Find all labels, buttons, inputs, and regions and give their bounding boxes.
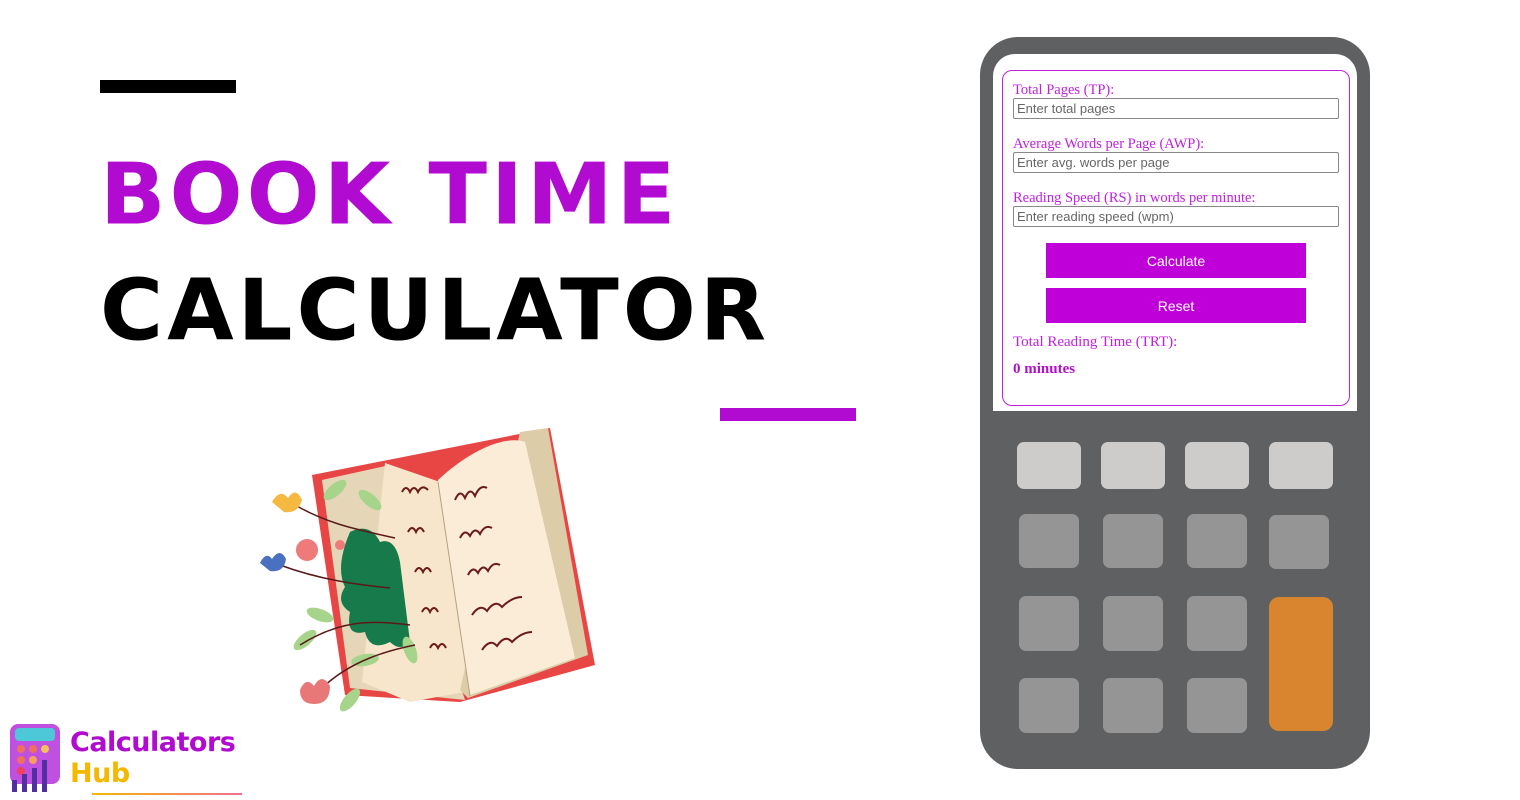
reading-speed-label: Reading Speed (RS) in words per minute:: [1013, 190, 1256, 206]
avg-words-label: Average Words per Page (AWP):: [1013, 136, 1205, 152]
total-pages-label: Total Pages (TP):: [1013, 82, 1115, 98]
decorative-bar-purple: [720, 408, 856, 421]
keypad-key: [1187, 596, 1247, 651]
keypad-key: [1269, 442, 1333, 489]
blue-flower: [260, 553, 286, 572]
reading-speed-input[interactable]: [1013, 206, 1339, 227]
keypad-key: [1103, 596, 1163, 651]
keypad-key: [1101, 442, 1165, 489]
keypad-key-equals: [1269, 597, 1333, 731]
calculate-button[interactable]: Calculate: [1046, 243, 1306, 278]
result-value: 0 minutes: [1013, 361, 1076, 377]
title-line-1: BOOK TIME: [100, 146, 680, 244]
decorative-bar-black: [100, 80, 236, 93]
book-time-form: Total Pages (TP): Average Words per Page…: [1002, 70, 1350, 406]
pink-dot-small: [335, 540, 345, 550]
keypad-key: [1269, 515, 1329, 569]
keypad-key: [1103, 514, 1163, 568]
logo-text-calculators: Calculators: [70, 727, 236, 758]
avg-words-input[interactable]: [1013, 152, 1339, 173]
keypad-key: [1019, 514, 1079, 568]
keypad-key: [1019, 678, 1079, 733]
yellow-flower: [272, 492, 302, 513]
result-label: Total Reading Time (TRT):: [1013, 334, 1178, 350]
keypad-key: [1185, 442, 1249, 489]
pink-flower: [300, 679, 330, 704]
calculator-logo-icon: [10, 724, 60, 792]
total-pages-input[interactable]: [1013, 98, 1339, 119]
logo-underline: [92, 793, 242, 795]
keypad-key: [1187, 678, 1247, 733]
keypad-key: [1019, 596, 1079, 651]
reset-button[interactable]: Reset: [1046, 288, 1306, 323]
calculators-hub-logo[interactable]: Calculators Hub: [8, 722, 248, 797]
calculator-device: Total Pages (TP): Average Words per Page…: [980, 37, 1370, 769]
pink-dot-large: [296, 539, 318, 561]
keypad-key: [1187, 514, 1247, 568]
keypad-key: [1103, 678, 1163, 733]
open-book-illustration: [260, 428, 595, 712]
calculator-screen: Total Pages (TP): Average Words per Page…: [993, 54, 1357, 411]
logo-text-hub: Hub: [70, 758, 130, 789]
keypad-key: [1017, 442, 1081, 489]
title-line-2: CALCULATOR: [100, 262, 771, 360]
